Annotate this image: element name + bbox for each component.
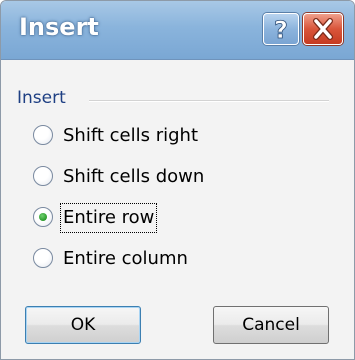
radio-shift-cells-right[interactable] xyxy=(33,125,53,145)
option-shift-cells-right[interactable]: Shift cells right xyxy=(33,122,323,152)
dialog-body: Insert Shift cells right Shift cells dow… xyxy=(1,60,354,359)
dialog-title: Insert xyxy=(19,13,99,41)
radio-shift-cells-down[interactable] xyxy=(33,166,53,186)
close-icon xyxy=(313,18,333,40)
title-bar[interactable]: Insert ? xyxy=(1,1,354,60)
option-label: Entire column xyxy=(63,248,188,269)
close-button[interactable] xyxy=(303,13,343,45)
radio-entire-column[interactable] xyxy=(33,248,53,268)
radio-entire-row[interactable] xyxy=(33,207,53,227)
insert-dialog: Insert ? Insert Shift cells right Shift … xyxy=(0,0,355,360)
help-button[interactable]: ? xyxy=(263,13,299,45)
svg-text:?: ? xyxy=(274,16,288,44)
question-mark-icon: ? xyxy=(274,16,289,44)
option-shift-cells-down[interactable]: Shift cells down xyxy=(33,163,323,193)
group-label: Insert xyxy=(17,88,66,108)
group-divider xyxy=(89,100,329,102)
ok-button[interactable]: OK xyxy=(25,306,141,344)
option-label: Shift cells down xyxy=(63,166,205,187)
option-label: Shift cells right xyxy=(63,125,198,146)
radio-selected-dot xyxy=(39,213,47,221)
option-entire-column[interactable]: Entire column xyxy=(33,245,323,275)
cancel-button[interactable]: Cancel xyxy=(213,306,329,344)
option-label: Entire row xyxy=(59,203,158,233)
option-entire-row[interactable]: Entire row xyxy=(33,203,323,234)
